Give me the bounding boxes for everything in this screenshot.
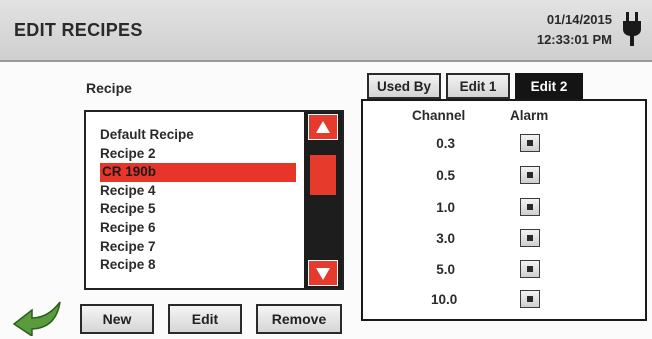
scroll-thumb[interactable]	[310, 155, 336, 195]
header-bar: EDIT RECIPES 01/14/2015 12:33:01 PM	[0, 0, 652, 62]
back-arrow-icon[interactable]	[10, 298, 66, 336]
recipe-list-item[interactable]: CR 190b	[100, 163, 296, 182]
new-button[interactable]: New	[80, 304, 154, 334]
recipe-list[interactable]: Default Recipe Recipe 2 CR 190b Recipe 4 Rec…	[84, 110, 344, 290]
recipe-list-item[interactable]: Recipe 6	[100, 219, 296, 238]
channel-row: 0.5	[361, 162, 647, 192]
channel-row: 0.3	[361, 130, 647, 160]
scroll-down-button[interactable]	[308, 260, 338, 286]
channel-value: 3.0	[436, 231, 455, 246]
alarm-checkbox[interactable]	[520, 260, 540, 278]
recipe-label: Recipe	[86, 80, 132, 96]
recipe-list-item[interactable]: Default Recipe	[100, 126, 296, 145]
channel-column-header: Channel	[412, 108, 466, 123]
scroll-down-arrow-icon	[316, 268, 330, 280]
recipe-list-item[interactable]: Recipe 7	[100, 238, 296, 257]
recipe-list-item[interactable]: Recipe 4	[100, 182, 296, 201]
channel-value: 5.0	[436, 262, 455, 277]
alarm-checkbox[interactable]	[520, 229, 540, 247]
recipe-list-item[interactable]: Recipe 8	[100, 256, 296, 275]
recipe-list-item[interactable]: Recipe 2	[100, 145, 296, 164]
recipe-list-item[interactable]: Recipe 5	[100, 200, 296, 219]
date-text: 01/14/2015	[546, 12, 612, 27]
scroll-up-button[interactable]	[308, 114, 338, 140]
channel-row: 3.0	[361, 225, 647, 255]
channel-value: 0.3	[436, 136, 455, 151]
alarm-checkbox[interactable]	[520, 166, 540, 184]
edit-button[interactable]: Edit	[168, 304, 242, 334]
remove-button[interactable]: Remove	[256, 304, 342, 334]
channel-row: 10.0	[361, 286, 647, 316]
channel-row: 5.0	[361, 256, 647, 286]
tab-edit-1[interactable]: Edit 1	[446, 73, 510, 99]
alarm-column-header: Alarm	[510, 108, 549, 123]
recipe-list-items: Default Recipe Recipe 2 CR 190b Recipe 4 Rec…	[100, 126, 296, 275]
channel-value: 10.0	[431, 292, 458, 307]
alarm-checkbox[interactable]	[520, 134, 540, 152]
alarm-checkbox[interactable]	[520, 198, 540, 216]
tab-used-by[interactable]: Used By	[367, 73, 441, 99]
channel-row: 1.0	[361, 194, 647, 224]
datetime-display: 01/14/2015 12:33:01 PM	[537, 10, 612, 50]
channel-value: 1.0	[436, 200, 455, 215]
tab-edit-2[interactable]: Edit 2	[515, 73, 583, 99]
time-text: 12:33:01 PM	[536, 32, 612, 47]
alarm-checkbox[interactable]	[520, 290, 540, 308]
channel-value: 0.5	[436, 168, 455, 183]
scroll-up-arrow-icon	[316, 121, 330, 133]
screen: EDIT RECIPES 01/14/2015 12:33:01 PM Reci…	[0, 0, 652, 339]
page-title: EDIT RECIPES	[14, 20, 143, 40]
recipe-list-scrollbar[interactable]	[304, 112, 342, 288]
power-plug-icon	[623, 12, 641, 46]
